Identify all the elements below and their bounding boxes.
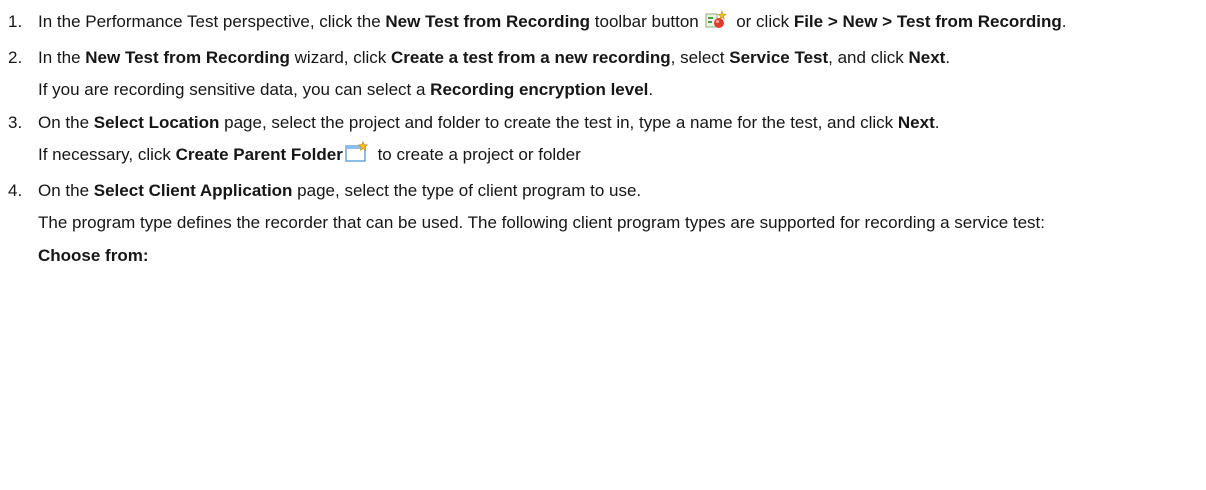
step-3: 3. On the Select Location page, select t… <box>0 107 1206 175</box>
step-number: 1. <box>8 12 23 31</box>
choose-from-heading: Choose from: <box>38 245 149 265</box>
step-text: , and click <box>828 47 909 67</box>
step-text: If you are recording sensitive data, you… <box>38 80 431 99</box>
instruction-list: 1. In the Performance Test perspective, … <box>0 0 1206 272</box>
menu-path: File > New > Test from Recording <box>793 12 1062 31</box>
ui-term: Recording encryption level <box>430 80 649 99</box>
step-number: 4. <box>8 180 23 200</box>
step-text: . <box>945 47 951 67</box>
ui-term: Service Test <box>729 47 829 67</box>
step-text: to create a project or folder <box>372 145 581 164</box>
step-1: 1. In the Performance Test perspective, … <box>0 6 1206 42</box>
ui-term: Create Parent Folder <box>175 145 343 164</box>
step-text: wizard, click <box>289 47 391 67</box>
step-paragraph: On the Select Client Application page, s… <box>38 175 1206 208</box>
step-note: If you are recording sensitive data, you… <box>38 74 1206 107</box>
step-number: 2. <box>8 47 23 67</box>
step-text: If necessary, click <box>38 145 176 164</box>
ui-term: New Test from Recording <box>85 47 290 67</box>
step-text: page, select the project and folder to c… <box>219 112 898 132</box>
step-text: On the <box>38 112 94 132</box>
step-paragraph: On the Select Location page, select the … <box>38 107 1206 140</box>
step-text: . <box>648 80 654 99</box>
step-text: page, select the type of client program … <box>292 180 642 200</box>
step-text: In the <box>38 47 86 67</box>
step-text: toolbar button <box>590 12 704 31</box>
step-number: 3. <box>8 112 23 132</box>
ui-term: New Test from Recording <box>385 12 591 31</box>
step-2: 2. In the New Test from Recording wizard… <box>0 42 1206 107</box>
create-parent-folder-icon <box>345 140 369 175</box>
ui-term: Next <box>908 47 946 67</box>
step-text: . <box>934 112 940 132</box>
step-text: , select <box>670 47 730 67</box>
new-test-from-recording-icon <box>705 9 728 42</box>
step-paragraph: In the New Test from Recording wizard, c… <box>38 42 1206 75</box>
ui-term: Create a test from a new recording <box>391 47 671 67</box>
ui-term: Select Client Application <box>93 180 293 200</box>
step-text: . <box>1061 12 1067 31</box>
step-text: In the Performance Test perspective, cli… <box>38 12 386 31</box>
step-text: or click <box>731 12 794 31</box>
ui-term: Next <box>897 112 935 132</box>
step-note: If necessary, click Create Parent Folder… <box>38 139 1206 175</box>
step-paragraph: The program type defines the recorder th… <box>38 213 1046 232</box>
ui-term: Select Location <box>93 112 220 132</box>
step-4: 4. On the Select Client Application page… <box>0 175 1206 273</box>
step-text: On the <box>38 180 94 200</box>
